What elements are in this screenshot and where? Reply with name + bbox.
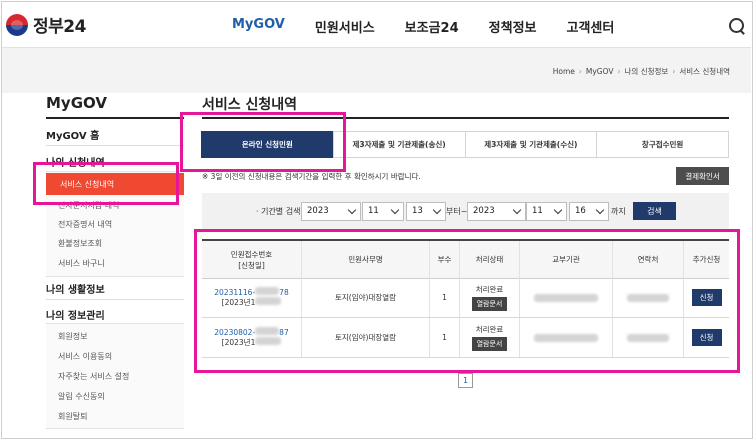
breadcrumb: Home › MyGOV › 나의 신청정보 › 서비스 신청내역 xyxy=(553,66,730,77)
sidebar-item-label: 서비스 이용동의 xyxy=(58,352,113,361)
tab-third-party-receive[interactable]: 제3자제출 및 기관제출(수신) xyxy=(464,131,598,158)
sidebar-title-underline xyxy=(46,117,184,119)
breadcrumb-home[interactable]: Home xyxy=(553,67,575,76)
nav-subsidy[interactable]: 보조금24 xyxy=(405,17,459,36)
chevron-down-icon xyxy=(347,205,357,215)
sidebar-divider xyxy=(46,145,184,146)
sidebar-item-label: 알림 수신동의 xyxy=(58,392,105,401)
breadcrumb-current: 서비스 신청내역 xyxy=(679,67,730,76)
nav-mygov[interactable]: MyGOV xyxy=(232,17,285,36)
site-logo[interactable]: 정부24 xyxy=(6,12,86,37)
page-title: 서비스 신청내역 xyxy=(202,97,298,113)
sidebar-item-label: 자주찾는 서비스 설정 xyxy=(58,372,130,381)
sidebar-item-label: 서비스 바구니 xyxy=(58,259,105,268)
breadcrumb-mygov[interactable]: MyGOV xyxy=(586,67,614,76)
to-suffix: 까지 xyxy=(611,207,626,216)
sidebar-item-mygov-home[interactable]: MyGOV 홈 xyxy=(46,127,99,142)
chevron-down-icon xyxy=(595,205,605,215)
pagination-page-1[interactable]: 1 xyxy=(458,373,473,388)
from-suffix: 부터~ xyxy=(446,207,468,216)
sidebar-title: MyGOV xyxy=(46,94,107,112)
to-day-select[interactable]: 16 xyxy=(569,202,609,221)
from-month-select[interactable]: 11 xyxy=(362,202,404,221)
highlight-box-table xyxy=(194,229,740,373)
chevron-right-icon: › xyxy=(672,67,676,76)
taegeuk-logo-icon xyxy=(6,13,28,36)
tab-third-party-send[interactable]: 제3자제출 및 기관제출(송신) xyxy=(332,131,466,158)
chevron-down-icon xyxy=(553,205,563,215)
from-day-select[interactable]: 13 xyxy=(406,202,446,221)
payment-receipt-button[interactable]: 결제확인서 xyxy=(676,167,729,185)
chevron-right-icon: › xyxy=(617,67,621,76)
main-nav: MyGOV 민원서비스 보조금24 정책정보 고객센터 xyxy=(232,17,644,36)
search-button[interactable]: 검색 xyxy=(633,202,676,220)
tab-counter-apply[interactable]: 창구접수민원 xyxy=(596,131,729,158)
sidebar-item-label: 회원정보 xyxy=(58,332,88,341)
nav-customer-center[interactable]: 고객센터 xyxy=(567,17,615,36)
to-year-select[interactable]: 2023 xyxy=(467,202,526,221)
select-value: 11 xyxy=(368,206,379,216)
highlight-box-tab xyxy=(180,112,346,172)
select-value: 13 xyxy=(412,206,423,216)
chevron-down-icon xyxy=(512,205,522,215)
sidebar-section-life-info[interactable]: 나의 생활정보 xyxy=(46,281,105,296)
sidebar-divider xyxy=(46,299,184,300)
highlight-box-sidebar xyxy=(33,162,179,205)
nav-policy[interactable]: 정책정보 xyxy=(489,17,537,36)
logo-text: 정부24 xyxy=(33,17,86,37)
select-value: 2023 xyxy=(473,206,495,216)
to-month-select[interactable]: 11 xyxy=(526,202,567,221)
chevron-right-icon: › xyxy=(578,67,582,76)
select-value: 11 xyxy=(532,206,543,216)
sidebar-section-info-manage[interactable]: 나의 정보관리 xyxy=(46,307,105,322)
notice-text: ※ 3일 이전의 신청내용은 검색기간을 입력한 후 확인하시기 바랍니다. xyxy=(202,172,421,181)
select-value: 2023 xyxy=(307,206,329,216)
sidebar-item-label: 환불정보조회 xyxy=(58,239,103,248)
sidebar-item-label: 전자증명서 내역 xyxy=(58,220,113,229)
nav-civil-service[interactable]: 민원서비스 xyxy=(315,17,375,36)
select-value: 16 xyxy=(575,206,586,216)
breadcrumb-my-apply[interactable]: 나의 신청정보 xyxy=(625,66,669,77)
chevron-down-icon xyxy=(390,205,400,215)
filter-label: · 기간별 검색 xyxy=(256,207,301,216)
search-icon[interactable] xyxy=(729,18,744,33)
from-year-select[interactable]: 2023 xyxy=(301,202,361,221)
sidebar-item-label: 회원탈퇴 xyxy=(58,412,88,421)
chevron-down-icon xyxy=(432,205,442,215)
